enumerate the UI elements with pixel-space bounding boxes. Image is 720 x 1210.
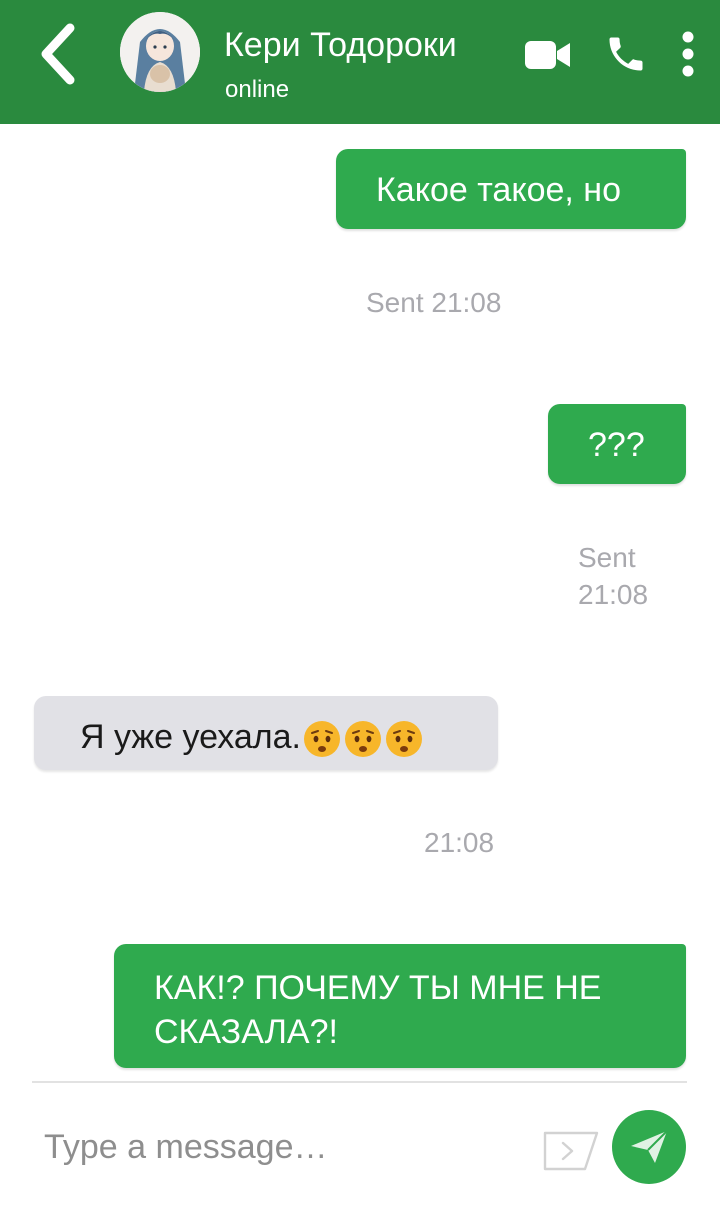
send-icon xyxy=(631,1130,668,1163)
message-text: КАК!? ПОЧЕМУ ТЫ МНЕ НЕ СКАЗАЛА?! xyxy=(154,969,602,1051)
outgoing-message-bubble[interactable]: Какое такое, но xyxy=(336,149,686,229)
message-timestamp: 21:08 xyxy=(424,827,495,858)
outgoing-message-bubble[interactable]: ??? xyxy=(548,404,686,484)
composer-divider xyxy=(32,1081,687,1083)
video-call-button[interactable] xyxy=(520,30,576,80)
back-button[interactable] xyxy=(32,22,84,86)
message-text: Какое такое, но xyxy=(376,171,621,209)
phone-icon xyxy=(609,37,643,71)
contact-name[interactable]: Кери Тодороки xyxy=(224,24,457,66)
emoji-group xyxy=(303,715,426,759)
chat-header: Кери Тодороки online xyxy=(0,0,720,124)
sticker-button[interactable] xyxy=(542,1128,600,1174)
message-timestamp: Sent 21:08 xyxy=(578,539,648,613)
message-text: Я уже уехала. xyxy=(80,718,301,757)
hushed-face-emoji-icon xyxy=(385,721,422,758)
more-options-button[interactable] xyxy=(670,26,706,82)
message-text: ??? xyxy=(588,426,645,464)
outgoing-message-bubble[interactable]: КАК!? ПОЧЕМУ ТЫ МНЕ НЕ СКАЗАЛА?! xyxy=(114,944,686,1068)
incoming-message-bubble[interactable]: Я уже уехала. xyxy=(34,696,498,770)
sticker-icon xyxy=(543,1131,599,1171)
hushed-face-emoji-icon xyxy=(344,721,381,758)
message-timestamp: Sent 21:08 xyxy=(366,287,502,318)
avatar[interactable] xyxy=(120,12,200,92)
back-arrow-icon xyxy=(41,23,75,85)
video-camera-icon xyxy=(525,41,570,69)
message-status: Sent xyxy=(578,542,636,573)
contact-status: online xyxy=(225,76,290,103)
voice-call-button[interactable] xyxy=(598,26,654,82)
message-time: 21:08 xyxy=(578,579,649,610)
message-input[interactable] xyxy=(30,1114,530,1180)
send-button[interactable] xyxy=(612,1110,686,1184)
hushed-face-emoji-icon xyxy=(303,721,340,758)
more-vertical-icon xyxy=(682,31,694,77)
